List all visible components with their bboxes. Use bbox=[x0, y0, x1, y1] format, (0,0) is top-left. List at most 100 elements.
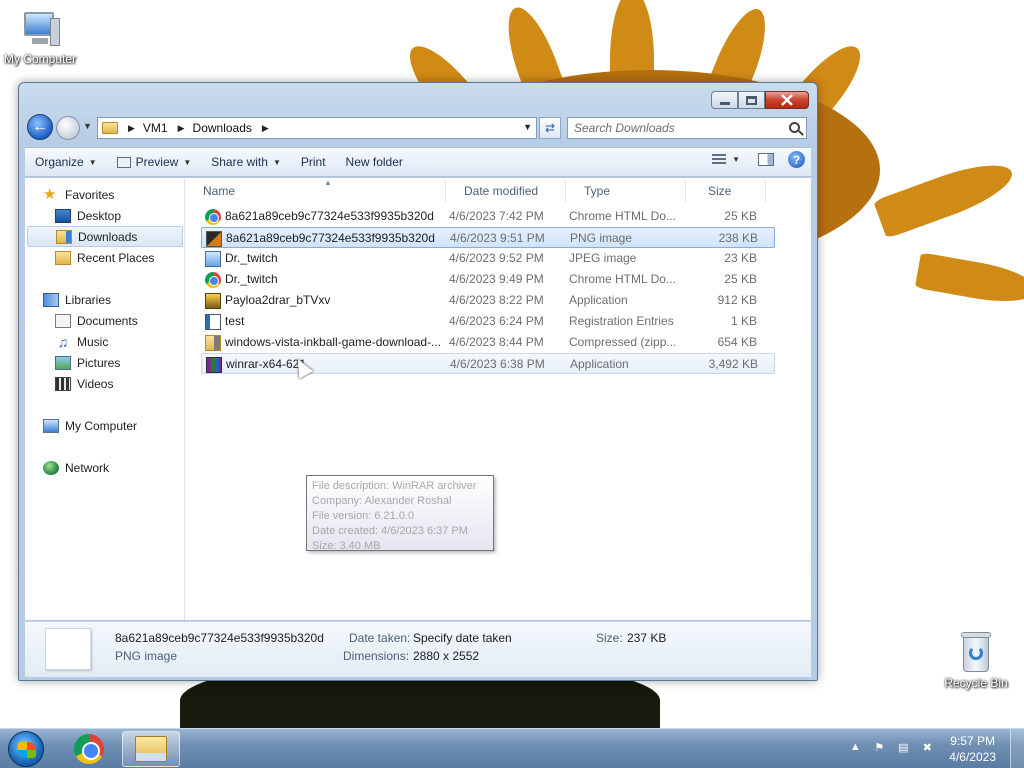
nav-label: My Computer bbox=[65, 418, 138, 433]
preview-button[interactable]: Preview ▼ bbox=[107, 150, 202, 174]
navigation-pane: ★ Favorites Desktop Downloads Recent Plac… bbox=[25, 178, 185, 620]
new-folder-button[interactable]: New folder bbox=[336, 150, 413, 174]
dimensions-value: 2880 x 2552 bbox=[413, 649, 480, 663]
recent-places-icon bbox=[55, 250, 71, 265]
sort-ascending-icon: ▲ bbox=[324, 178, 332, 187]
details-filetype: PNG image bbox=[115, 649, 178, 663]
videos-icon bbox=[55, 376, 71, 391]
winrar-icon bbox=[206, 357, 222, 373]
breadcrumb-vm1[interactable]: VM1 bbox=[143, 121, 168, 135]
nav-label: Downloads bbox=[78, 229, 138, 244]
nav-item-favorites[interactable]: ★ Favorites bbox=[43, 184, 114, 205]
nav-item-music[interactable]: ♫ Music bbox=[55, 331, 109, 352]
refresh-icon: ⇄ bbox=[544, 121, 556, 135]
breadcrumb-separator-icon[interactable]: ▶ bbox=[128, 123, 135, 134]
chevron-down-icon: ▼ bbox=[272, 157, 281, 167]
file-thumbnail bbox=[45, 628, 91, 670]
file-name: test bbox=[225, 314, 245, 328]
back-button[interactable]: ← bbox=[27, 114, 53, 140]
print-button[interactable]: Print bbox=[291, 150, 336, 174]
file-row[interactable]: Payloa2drar_bTVxv 4/6/2023 8:22 PM Appli… bbox=[201, 290, 775, 311]
search-input[interactable] bbox=[568, 118, 778, 138]
nav-item-documents[interactable]: Documents bbox=[55, 310, 138, 331]
file-type: Application bbox=[570, 357, 629, 371]
column-header-date-modified[interactable]: Date modified bbox=[448, 180, 566, 202]
nav-item-network[interactable]: Network bbox=[43, 457, 109, 478]
nav-item-pictures[interactable]: Pictures bbox=[55, 352, 120, 373]
breadcrumb-separator-icon[interactable]: ▶ bbox=[178, 123, 185, 134]
file-name: windows-vista-inkball-game-download-... bbox=[225, 335, 442, 349]
taskbar-chrome-button[interactable] bbox=[60, 731, 118, 767]
organize-button[interactable]: Organize ▼ bbox=[25, 150, 107, 174]
chevron-down-icon[interactable]: ▼ bbox=[732, 155, 740, 164]
desktop-icon bbox=[55, 208, 71, 223]
nav-item-libraries[interactable]: Libraries bbox=[43, 289, 111, 310]
file-type: PNG image bbox=[570, 231, 633, 245]
file-row[interactable]: test 4/6/2023 6:24 PM Registration Entri… bbox=[201, 311, 775, 332]
column-header-label: Size bbox=[708, 184, 732, 198]
libraries-icon bbox=[43, 292, 59, 307]
nav-item-videos[interactable]: Videos bbox=[55, 373, 113, 394]
clock[interactable]: 9:57 PM 4/6/2023 bbox=[949, 733, 996, 765]
breadcrumb-downloads[interactable]: Downloads bbox=[193, 121, 252, 135]
recent-pages-dropdown[interactable]: ▼ bbox=[83, 121, 92, 131]
chrome-icon bbox=[205, 209, 221, 225]
preview-pane-icon[interactable] bbox=[758, 153, 774, 166]
address-dropdown-icon[interactable]: ▼ bbox=[523, 122, 532, 132]
file-info-tooltip: File description: WinRAR archiver Compan… bbox=[306, 475, 494, 552]
share-with-button[interactable]: Share with ▼ bbox=[201, 150, 291, 174]
file-name: 8a621a89ceb9c77324e533f9935b320d bbox=[226, 231, 435, 245]
nav-item-recent-places[interactable]: Recent Places bbox=[55, 247, 154, 268]
column-header-name[interactable]: Name ▲ bbox=[186, 178, 446, 202]
search-icon[interactable] bbox=[789, 122, 800, 133]
close-button[interactable] bbox=[765, 91, 809, 109]
nav-item-my-computer[interactable]: My Computer bbox=[43, 415, 137, 436]
nav-label: Recent Places bbox=[77, 250, 155, 265]
minimize-button[interactable] bbox=[711, 91, 738, 109]
desktop-icon-my-computer[interactable]: My Computer bbox=[0, 10, 80, 66]
search-box[interactable] bbox=[567, 117, 807, 139]
address-bar[interactable]: ▶ VM1 ▶ Downloads ▶ ▼ bbox=[97, 117, 537, 139]
chevron-down-icon: ▼ bbox=[183, 157, 192, 167]
recycle-bin-icon bbox=[959, 630, 993, 674]
show-hidden-icons-icon[interactable]: ▲ bbox=[847, 741, 863, 757]
column-header-type[interactable]: Type bbox=[568, 180, 686, 202]
print-label: Print bbox=[300, 155, 326, 169]
file-date: 4/6/2023 7:42 PM bbox=[449, 209, 544, 223]
back-arrow-icon: ← bbox=[32, 118, 48, 135]
file-size: 912 KB bbox=[717, 293, 757, 307]
help-icon[interactable]: ? bbox=[788, 151, 805, 168]
file-row[interactable]: Dr._twitch 4/6/2023 9:49 PM Chrome HTML … bbox=[201, 269, 775, 290]
file-row[interactable]: windows-vista-inkball-game-download-... … bbox=[201, 332, 775, 353]
desktop-icon-recycle-bin[interactable]: Recycle Bin bbox=[936, 630, 1016, 690]
volume-muted-icon[interactable]: ✖ bbox=[919, 741, 935, 757]
file-row[interactable]: Dr._twitch 4/6/2023 9:52 PM JPEG image 2… bbox=[201, 248, 775, 269]
network-status-icon[interactable]: ▤ bbox=[895, 741, 911, 757]
minimize-icon bbox=[719, 101, 730, 105]
view-controls: ▼ ? bbox=[712, 151, 805, 168]
forward-button[interactable] bbox=[56, 116, 80, 140]
nav-item-downloads[interactable]: Downloads bbox=[27, 226, 183, 247]
new-folder-label: New folder bbox=[345, 155, 403, 169]
column-header-label: Date modified bbox=[464, 184, 539, 198]
column-header-label: Name bbox=[203, 184, 236, 198]
date-taken-value[interactable]: Specify date taken bbox=[413, 631, 512, 645]
change-view-icon[interactable] bbox=[712, 153, 727, 166]
breadcrumb-separator-icon[interactable]: ▶ bbox=[262, 123, 269, 134]
column-header-size[interactable]: Size bbox=[688, 180, 766, 202]
maximize-button[interactable] bbox=[738, 91, 765, 109]
file-row-hovered[interactable]: winrar-x64-621 4/6/2023 6:38 PM Applicat… bbox=[201, 353, 775, 374]
file-date: 4/6/2023 6:24 PM bbox=[449, 314, 544, 328]
start-button[interactable] bbox=[8, 731, 44, 767]
file-name: Dr._twitch bbox=[225, 251, 278, 265]
taskbar-explorer-button[interactable] bbox=[122, 731, 180, 767]
refresh-button[interactable]: ⇄ bbox=[539, 117, 561, 139]
nav-label: Videos bbox=[77, 376, 114, 391]
nav-item-desktop[interactable]: Desktop bbox=[55, 205, 121, 226]
file-row-selected[interactable]: 8a621a89ceb9c77324e533f9935b320d 4/6/202… bbox=[201, 227, 775, 248]
png-file-icon bbox=[206, 231, 222, 247]
file-row[interactable]: 8a621a89ceb9c77324e533f9935b320d 4/6/202… bbox=[201, 206, 775, 227]
action-center-flag-icon[interactable]: ⚑ bbox=[871, 741, 887, 757]
network-icon bbox=[43, 460, 59, 475]
show-desktop-button[interactable] bbox=[1010, 729, 1024, 768]
